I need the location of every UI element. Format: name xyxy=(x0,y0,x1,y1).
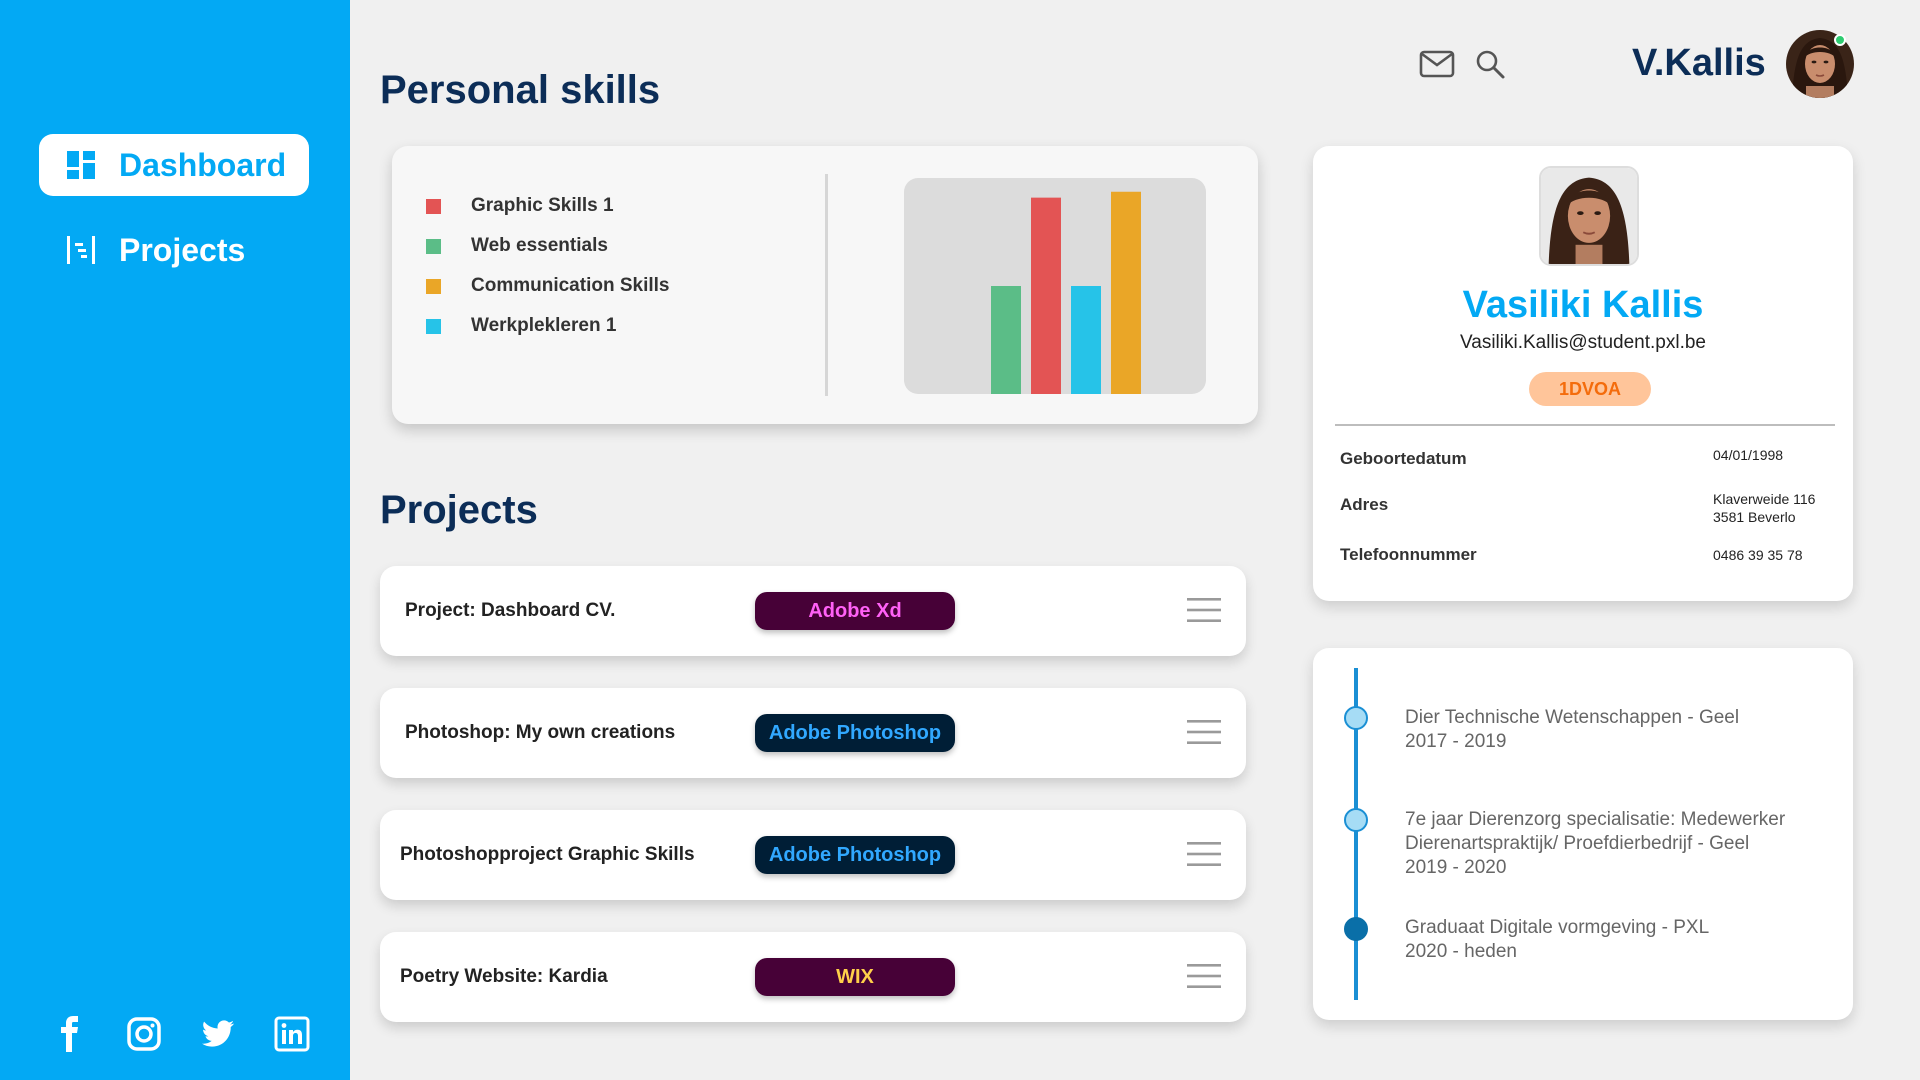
legend-swatch xyxy=(426,238,441,254)
sidebar-item-dashboard[interactable]: Dashboard xyxy=(39,134,309,196)
instagram-icon[interactable] xyxy=(126,1016,162,1052)
search-icon[interactable] xyxy=(1474,48,1506,80)
address-value: Klaverweide 116 3581 Beverlo xyxy=(1713,490,1815,526)
project-row[interactable]: Photoshop: My own creations Adobe Photos… xyxy=(380,688,1246,778)
timeline-entry: Graduaat Digitale vormgeving - PXL 2020 … xyxy=(1405,916,1709,964)
chart-bar xyxy=(1111,191,1141,394)
projects-icon xyxy=(65,234,97,266)
project-row[interactable]: Photoshopproject Graphic Skills Adobe Ph… xyxy=(380,810,1246,900)
legend-swatch xyxy=(426,318,441,334)
profile-photo xyxy=(1539,166,1639,266)
timeline-entry: Dier Technische Wetenschappen - Geel 201… xyxy=(1405,706,1739,754)
profile-card: Vasiliki Kallis Vasiliki.Kallis@student.… xyxy=(1313,146,1853,601)
project-row[interactable]: Poetry Website: Kardia WIX xyxy=(380,932,1246,1022)
address-line: Klaverweide 116 xyxy=(1713,491,1816,507)
sidebar-item-label: Projects xyxy=(119,231,246,268)
birthdate-value: 04/01/1998 xyxy=(1713,446,1783,464)
timeline-line-text: Dier Technische Wetenschappen - Geel xyxy=(1405,707,1740,728)
skills-card: Graphic Skills 1 Web essentials Communic… xyxy=(392,146,1258,424)
class-badge: 1DVOA xyxy=(1529,372,1651,406)
project-name: Poetry Website: Kardia xyxy=(400,966,608,987)
timeline-line-text: Dierenartspraktijk/ Proefdierbedrijf - G… xyxy=(1405,833,1750,854)
address-label: Adres xyxy=(1340,495,1389,514)
mail-icon[interactable] xyxy=(1419,46,1455,82)
legend-label: Graphic Skills 1 xyxy=(471,195,614,216)
legend-item: Werkplekleren 1 xyxy=(426,306,669,346)
hamburger-menu-icon[interactable] xyxy=(1187,962,1221,990)
project-name: Photoshopproject Graphic Skills xyxy=(400,844,695,865)
project-tool-tag: Adobe Photoshop xyxy=(755,714,955,752)
skills-bar-chart xyxy=(904,178,1206,394)
online-status-dot xyxy=(1834,34,1846,46)
linkedin-icon[interactable] xyxy=(274,1016,310,1052)
chart-legend: Graphic Skills 1 Web essentials Communic… xyxy=(426,186,669,346)
sidebar: Dashboard Projects xyxy=(0,0,350,1080)
legend-swatch xyxy=(426,278,441,294)
phone-label: Telefoonnummer xyxy=(1340,545,1477,564)
timeline-dot-current xyxy=(1344,917,1368,941)
sidebar-item-label: Dashboard xyxy=(119,146,287,183)
timeline-dot xyxy=(1344,706,1368,730)
chart-svg xyxy=(991,191,1141,394)
legend-label: Communication Skills xyxy=(471,275,670,296)
profile-email[interactable]: Vasiliki.Kallis@student.pxl.be xyxy=(1313,332,1853,354)
project-tool-tag: WIX xyxy=(755,958,955,996)
project-name: Project: Dashboard CV. xyxy=(405,600,616,621)
legend-label: Web essentials xyxy=(471,235,608,256)
hamburger-menu-icon[interactable] xyxy=(1187,718,1221,746)
hamburger-menu-icon[interactable] xyxy=(1187,596,1221,624)
hamburger-menu-icon[interactable] xyxy=(1187,840,1221,868)
facebook-icon[interactable] xyxy=(52,1016,88,1052)
profile-divider xyxy=(1335,424,1835,426)
card-divider xyxy=(825,174,828,396)
legend-label: Werkplekleren 1 xyxy=(471,315,617,336)
timeline-dot xyxy=(1344,808,1368,832)
phone-value: 0486 39 35 78 xyxy=(1713,546,1803,564)
chart-bar xyxy=(1031,197,1061,394)
chart-bar xyxy=(991,286,1021,394)
user-name[interactable]: V.Kallis xyxy=(1632,42,1766,85)
birthdate-label: Geboortedatum xyxy=(1340,449,1467,468)
projects-section-title: Projects xyxy=(380,488,538,532)
dashboard-icon xyxy=(65,149,97,181)
timeline-line-text: 2017 - 2019 xyxy=(1405,731,1507,752)
skills-section-title: Personal skills xyxy=(380,68,661,112)
timeline-line-text: 2020 - heden xyxy=(1405,941,1517,962)
social-links xyxy=(52,1016,310,1052)
chart-bar xyxy=(1071,286,1101,394)
education-timeline-card: Dier Technische Wetenschappen - Geel 201… xyxy=(1313,648,1853,1020)
legend-item: Graphic Skills 1 xyxy=(426,186,669,226)
project-tool-tag: Adobe Photoshop xyxy=(755,836,955,874)
address-line: 3581 Beverlo xyxy=(1713,509,1796,525)
project-name: Photoshop: My own creations xyxy=(405,722,676,743)
sidebar-item-projects[interactable]: Projects xyxy=(39,219,309,281)
twitter-icon[interactable] xyxy=(200,1016,236,1052)
phone-value-line: 0486 39 35 78 xyxy=(1713,547,1803,563)
project-row[interactable]: Project: Dashboard CV. Adobe Xd xyxy=(380,566,1246,656)
timeline-line-text: 7e jaar Dierenzorg specialisatie: Medewe… xyxy=(1405,809,1786,830)
birthdate-value-line: 04/01/1998 xyxy=(1713,447,1784,463)
legend-swatch xyxy=(426,198,441,214)
timeline-entry: 7e jaar Dierenzorg specialisatie: Medewe… xyxy=(1405,808,1785,880)
project-tool-tag: Adobe Xd xyxy=(755,592,955,630)
profile-name: Vasiliki Kallis xyxy=(1462,284,1704,326)
timeline-line-text: 2019 - 2020 xyxy=(1405,857,1507,878)
legend-item: Communication Skills xyxy=(426,266,669,306)
legend-item: Web essentials xyxy=(426,226,669,266)
timeline-line-text: Graduaat Digitale vormgeving - PXL xyxy=(1405,917,1710,938)
